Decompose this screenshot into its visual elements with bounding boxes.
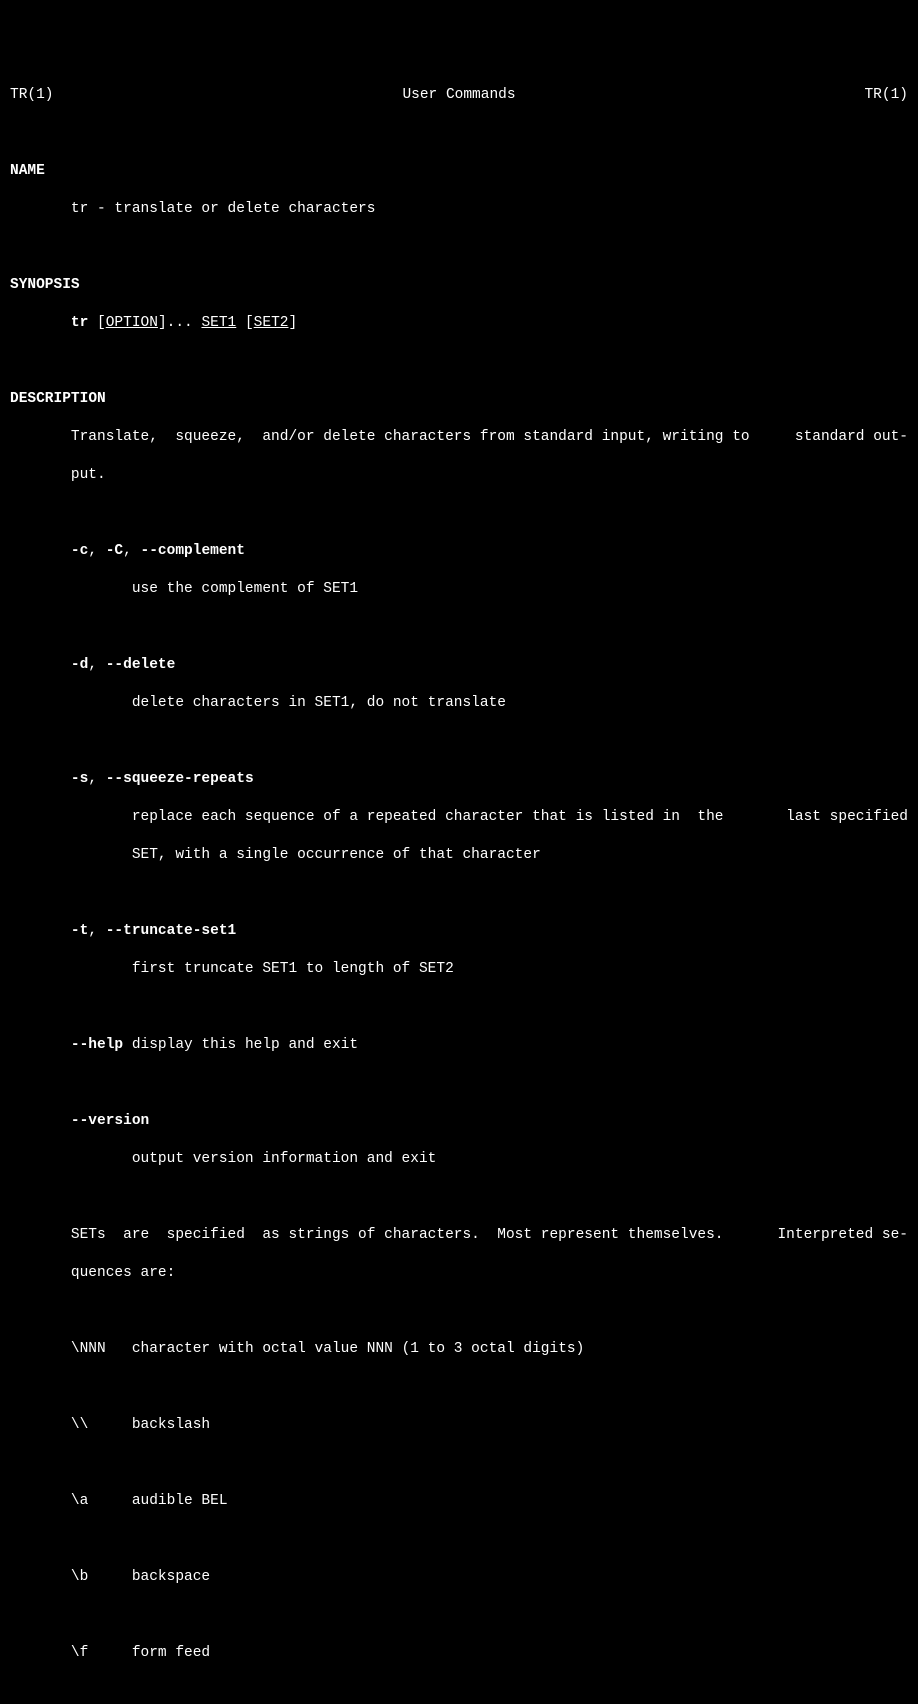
synopsis-set2: SET2	[254, 315, 289, 331]
seq-f: \f form feed	[10, 1644, 908, 1663]
header-center: User Commands	[402, 86, 515, 105]
blank-line	[10, 618, 908, 637]
header-right: TR(1)	[864, 86, 908, 105]
synopsis-set1: SET1	[201, 315, 236, 331]
synopsis-text: ]	[288, 315, 297, 331]
blank-line	[10, 238, 908, 257]
option-version-desc: output version information and exit	[10, 1150, 908, 1169]
synopsis-cmd: tr	[71, 315, 88, 331]
header-left: TR(1)	[10, 86, 54, 105]
seq-a: \a audible BEL	[10, 1492, 908, 1511]
blank-line	[10, 124, 908, 143]
sets-intro-1: SETs are specified as strings of charact…	[10, 1226, 908, 1245]
section-description: DESCRIPTION	[10, 390, 908, 409]
blank-line	[10, 1074, 908, 1093]
blank-line	[10, 504, 908, 523]
description-intro-2: put.	[10, 466, 908, 485]
option-help: --help display this help and exit	[10, 1036, 908, 1055]
blank-line	[10, 732, 908, 751]
blank-line	[10, 998, 908, 1017]
synopsis-option: OPTION	[106, 315, 158, 331]
option-s-flags: -s, --squeeze-repeats	[10, 770, 908, 789]
seq-b: \b backspace	[10, 1568, 908, 1587]
option-d-desc: delete characters in SET1, do not transl…	[10, 694, 908, 713]
option-c-flags: -c, -C, --complement	[10, 542, 908, 561]
synopsis-text: [	[88, 315, 105, 331]
seq-backslash: \\ backslash	[10, 1416, 908, 1435]
option-s-desc-2: SET, with a single occurrence of that ch…	[10, 846, 908, 865]
blank-line	[10, 1682, 908, 1701]
option-t-desc: first truncate SET1 to length of SET2	[10, 960, 908, 979]
section-name: NAME	[10, 162, 908, 181]
description-intro-1: Translate, squeeze, and/or delete charac…	[10, 428, 908, 447]
synopsis-text: ]...	[158, 315, 202, 331]
section-synopsis: SYNOPSIS	[10, 276, 908, 295]
seq-nnn: \NNN character with octal value NNN (1 t…	[10, 1340, 908, 1359]
blank-line	[10, 1454, 908, 1473]
option-version-flag: --version	[10, 1112, 908, 1131]
sets-intro-2: quences are:	[10, 1264, 908, 1283]
blank-line	[10, 1302, 908, 1321]
synopsis-line: tr [OPTION]... SET1 [SET2]	[10, 314, 908, 333]
blank-line	[10, 1530, 908, 1549]
option-c-desc: use the complement of SET1	[10, 580, 908, 599]
option-t-flags: -t, --truncate-set1	[10, 922, 908, 941]
option-s-desc-1: replace each sequence of a repeated char…	[10, 808, 908, 827]
name-line: tr - translate or delete characters	[10, 200, 908, 219]
blank-line	[10, 1606, 908, 1625]
blank-line	[10, 1378, 908, 1397]
man-page-header: TR(1) User Commands TR(1)	[10, 86, 908, 105]
synopsis-text: [	[236, 315, 253, 331]
blank-line	[10, 884, 908, 903]
blank-line	[10, 352, 908, 371]
blank-line	[10, 1188, 908, 1207]
option-d-flags: -d, --delete	[10, 656, 908, 675]
